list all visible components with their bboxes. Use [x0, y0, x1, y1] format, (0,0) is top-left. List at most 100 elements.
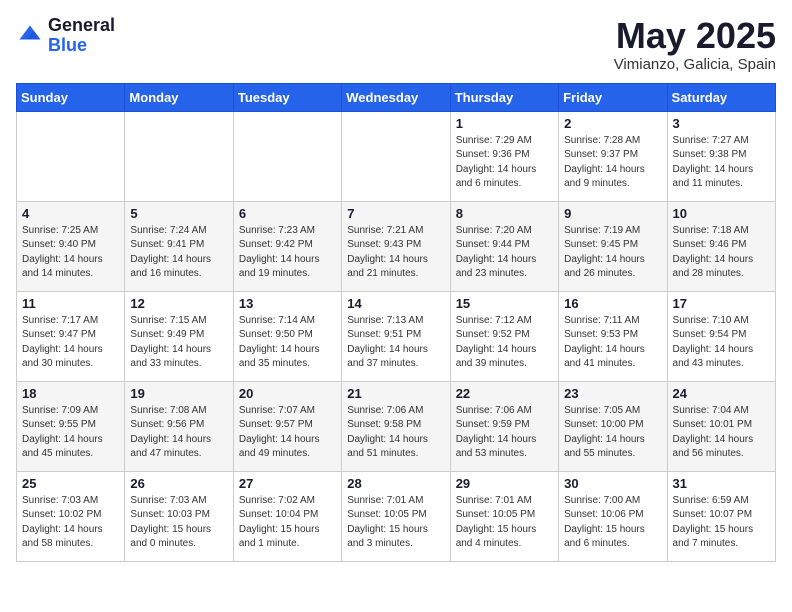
col-thursday: Thursday [450, 83, 558, 111]
location-text: Vimianzo, Galicia, Spain [614, 56, 776, 73]
day-info: Sunrise: 7:18 AM Sunset: 9:46 PM Dayligh… [673, 224, 770, 282]
calendar-cell: 12 Sunrise: 7:15 AM Sunset: 9:49 PM Dayli… [125, 291, 233, 381]
day-number: 2 [564, 116, 661, 131]
day-info: Sunrise: 7:17 AM Sunset: 9:47 PM Dayligh… [22, 314, 119, 372]
day-info: Sunrise: 7:24 AM Sunset: 9:41 PM Dayligh… [130, 224, 227, 282]
page-header: General Blue May 2025 Vimianzo, Galicia,… [16, 16, 776, 73]
calendar-cell [125, 111, 233, 201]
header-row: Sunday Monday Tuesday Wednesday Thursday… [17, 83, 776, 111]
day-number: 23 [564, 386, 661, 401]
day-info: Sunrise: 7:01 AM Sunset: 10:05 PM Daylig… [347, 494, 444, 552]
calendar-cell: 5 Sunrise: 7:24 AM Sunset: 9:41 PM Daylig… [125, 201, 233, 291]
day-number: 30 [564, 476, 661, 491]
col-wednesday: Wednesday [342, 83, 450, 111]
calendar-cell: 25 Sunrise: 7:03 AM Sunset: 10:02 PM Dayl… [17, 471, 125, 561]
calendar-cell: 7Sunrise: 7:21 AM Sunset: 9:43 PM Daylig… [342, 201, 450, 291]
day-info: Sunrise: 7:00 AM Sunset: 10:06 PM Daylig… [564, 494, 661, 552]
day-number: 1 [456, 116, 553, 131]
day-number: 25 [22, 476, 119, 491]
title-block: May 2025 Vimianzo, Galicia, Spain [614, 16, 776, 73]
day-number: 24 [673, 386, 770, 401]
logo: General Blue [16, 16, 115, 56]
day-number: 27 [239, 476, 336, 491]
calendar-cell: 20 Sunrise: 7:07 AM Sunset: 9:57 PM Dayli… [233, 381, 341, 471]
calendar-week-row: 25 Sunrise: 7:03 AM Sunset: 10:02 PM Dayl… [17, 471, 776, 561]
calendar-body: 1 Sunrise: 7:29 AM Sunset: 9:36 PM Daylig… [17, 111, 776, 561]
calendar-table: Sunday Monday Tuesday Wednesday Thursday… [16, 83, 776, 562]
day-number: 6 [239, 206, 336, 221]
calendar-cell: 16 Sunrise: 7:11 AM Sunset: 9:53 PM Dayli… [559, 291, 667, 381]
col-tuesday: Tuesday [233, 83, 341, 111]
day-number: 21 [347, 386, 444, 401]
calendar-cell: 18Sunrise: 7:09 AM Sunset: 9:55 PM Dayli… [17, 381, 125, 471]
calendar-cell: 10 Sunrise: 7:18 AM Sunset: 9:46 PM Dayli… [667, 201, 775, 291]
calendar-cell: 4Sunrise: 7:25 AM Sunset: 9:40 PM Daylig… [17, 201, 125, 291]
day-number: 15 [456, 296, 553, 311]
day-info: Sunrise: 7:11 AM Sunset: 9:53 PM Dayligh… [564, 314, 661, 372]
calendar-cell: 21 Sunrise: 7:06 AM Sunset: 9:58 PM Dayli… [342, 381, 450, 471]
calendar-cell: 15 Sunrise: 7:12 AM Sunset: 9:52 PM Dayli… [450, 291, 558, 381]
day-info: Sunrise: 7:29 AM Sunset: 9:36 PM Dayligh… [456, 134, 553, 192]
calendar-cell: 26 Sunrise: 7:03 AM Sunset: 10:03 PM Dayl… [125, 471, 233, 561]
logo-general-text: General [48, 16, 115, 36]
day-info: Sunrise: 7:14 AM Sunset: 9:50 PM Dayligh… [239, 314, 336, 372]
logo-icon [16, 22, 44, 50]
day-info: Sunrise: 7:01 AM Sunset: 10:05 PM Daylig… [456, 494, 553, 552]
calendar-cell [233, 111, 341, 201]
day-info: Sunrise: 7:19 AM Sunset: 9:45 PM Dayligh… [564, 224, 661, 282]
day-info: Sunrise: 7:15 AM Sunset: 9:49 PM Dayligh… [130, 314, 227, 372]
day-info: Sunrise: 7:10 AM Sunset: 9:54 PM Dayligh… [673, 314, 770, 372]
calendar-cell: 8 Sunrise: 7:20 AM Sunset: 9:44 PM Daylig… [450, 201, 558, 291]
calendar-cell: 23Sunrise: 7:05 AM Sunset: 10:00 PM Dayl… [559, 381, 667, 471]
day-number: 31 [673, 476, 770, 491]
day-info: Sunrise: 7:13 AM Sunset: 9:51 PM Dayligh… [347, 314, 444, 372]
calendar-week-row: 11 Sunrise: 7:17 AM Sunset: 9:47 PM Dayli… [17, 291, 776, 381]
month-title: May 2025 [614, 16, 776, 56]
day-info: Sunrise: 7:06 AM Sunset: 9:58 PM Dayligh… [347, 404, 444, 462]
day-info: Sunrise: 7:07 AM Sunset: 9:57 PM Dayligh… [239, 404, 336, 462]
calendar-cell: 6 Sunrise: 7:23 AM Sunset: 9:42 PM Daylig… [233, 201, 341, 291]
col-friday: Friday [559, 83, 667, 111]
day-info: Sunrise: 7:03 AM Sunset: 10:02 PM Daylig… [22, 494, 119, 552]
day-number: 29 [456, 476, 553, 491]
calendar-cell: 28 Sunrise: 7:01 AM Sunset: 10:05 PM Dayl… [342, 471, 450, 561]
day-info: Sunrise: 6:59 AM Sunset: 10:07 PM Daylig… [673, 494, 770, 552]
day-number: 28 [347, 476, 444, 491]
logo-text: General Blue [48, 16, 115, 56]
calendar-cell: 27Sunrise: 7:02 AM Sunset: 10:04 PM Dayl… [233, 471, 341, 561]
calendar-cell: 11 Sunrise: 7:17 AM Sunset: 9:47 PM Dayli… [17, 291, 125, 381]
day-info: Sunrise: 7:20 AM Sunset: 9:44 PM Dayligh… [456, 224, 553, 282]
calendar-cell: 29 Sunrise: 7:01 AM Sunset: 10:05 PM Dayl… [450, 471, 558, 561]
calendar-cell: 2 Sunrise: 7:28 AM Sunset: 9:37 PM Daylig… [559, 111, 667, 201]
calendar-cell: 22Sunrise: 7:06 AM Sunset: 9:59 PM Dayli… [450, 381, 558, 471]
calendar-cell [342, 111, 450, 201]
day-info: Sunrise: 7:23 AM Sunset: 9:42 PM Dayligh… [239, 224, 336, 282]
day-number: 19 [130, 386, 227, 401]
day-info: Sunrise: 7:25 AM Sunset: 9:40 PM Dayligh… [22, 224, 119, 282]
day-number: 20 [239, 386, 336, 401]
day-number: 5 [130, 206, 227, 221]
calendar-cell: 31 Sunrise: 6:59 AM Sunset: 10:07 PM Dayl… [667, 471, 775, 561]
day-number: 8 [456, 206, 553, 221]
day-number: 22 [456, 386, 553, 401]
day-info: Sunrise: 7:28 AM Sunset: 9:37 PM Dayligh… [564, 134, 661, 192]
calendar-cell: 1 Sunrise: 7:29 AM Sunset: 9:36 PM Daylig… [450, 111, 558, 201]
calendar-cell: 24 Sunrise: 7:04 AM Sunset: 10:01 PM Dayl… [667, 381, 775, 471]
day-info: Sunrise: 7:04 AM Sunset: 10:01 PM Daylig… [673, 404, 770, 462]
calendar-cell [17, 111, 125, 201]
day-info: Sunrise: 7:03 AM Sunset: 10:03 PM Daylig… [130, 494, 227, 552]
day-info: Sunrise: 7:09 AM Sunset: 9:55 PM Dayligh… [22, 404, 119, 462]
calendar-cell: 14Sunrise: 7:13 AM Sunset: 9:51 PM Dayli… [342, 291, 450, 381]
day-info: Sunrise: 7:27 AM Sunset: 9:38 PM Dayligh… [673, 134, 770, 192]
day-number: 16 [564, 296, 661, 311]
calendar-cell: 17 Sunrise: 7:10 AM Sunset: 9:54 PM Dayli… [667, 291, 775, 381]
day-number: 11 [22, 296, 119, 311]
logo-blue-text: Blue [48, 36, 115, 56]
day-number: 17 [673, 296, 770, 311]
day-info: Sunrise: 7:12 AM Sunset: 9:52 PM Dayligh… [456, 314, 553, 372]
day-number: 10 [673, 206, 770, 221]
calendar-week-row: 4Sunrise: 7:25 AM Sunset: 9:40 PM Daylig… [17, 201, 776, 291]
calendar-week-row: 18Sunrise: 7:09 AM Sunset: 9:55 PM Dayli… [17, 381, 776, 471]
day-number: 12 [130, 296, 227, 311]
day-number: 26 [130, 476, 227, 491]
